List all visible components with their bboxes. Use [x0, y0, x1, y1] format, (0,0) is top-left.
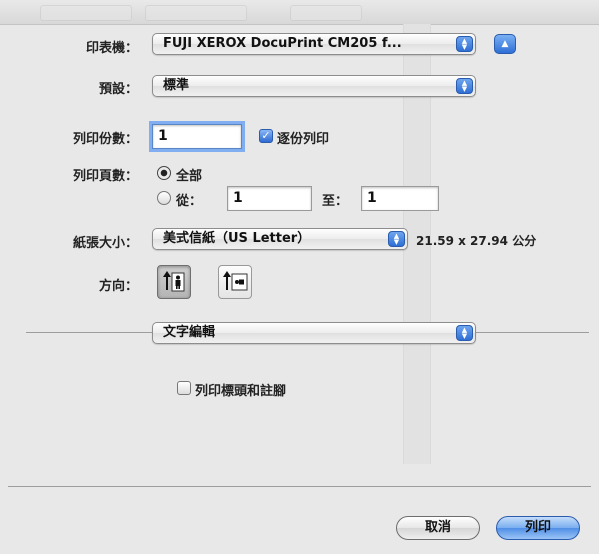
collate-checkbox[interactable]: ✓ — [259, 129, 273, 143]
printer-value: FUJI XEROX DocuPrint CM205 f... — [163, 36, 402, 51]
copies-label: 列印份數： — [72, 132, 138, 147]
paper-label: 紙張大小： — [72, 236, 138, 251]
collate-label: 逐份列印 — [277, 132, 330, 147]
printer-popup[interactable]: FUJI XEROX DocuPrint CM205 f... ▲ ▼ — [152, 33, 476, 55]
pages-all-label: 全部 — [176, 169, 203, 184]
preset-popup[interactable]: 標準 ▲ ▼ — [152, 75, 476, 97]
print-button[interactable]: 列印 — [496, 516, 580, 540]
portrait-icon — [163, 271, 185, 292]
bottom-separator — [8, 486, 591, 487]
separator-right — [476, 332, 589, 333]
popup-arrows-icon: ▲ ▼ — [456, 78, 473, 94]
pages-label: 列印頁數： — [72, 169, 138, 184]
pages-from-radio[interactable] — [157, 191, 171, 205]
pages-all-radio[interactable] — [157, 166, 171, 180]
orientation-portrait-button[interactable] — [157, 265, 191, 299]
pages-to-input[interactable]: 1 — [361, 186, 439, 211]
copies-input[interactable]: 1 — [152, 124, 242, 149]
header-footer-label: 列印標頭和註腳 — [195, 384, 287, 399]
paper-dimensions: 21.59 x 27.94 公分 — [416, 234, 537, 248]
preset-value: 標準 — [163, 78, 190, 93]
header-footer-checkbox[interactable] — [177, 381, 191, 395]
disclosure-triangle-icon[interactable]: ▲ — [494, 34, 516, 54]
paper-popup[interactable]: 美式信紙（US Letter） ▲ ▼ — [152, 228, 408, 250]
popup-arrows-icon: ▲ ▼ — [456, 36, 473, 52]
popup-arrows-icon: ▲ ▼ — [388, 231, 405, 247]
section-value: 文字編輯 — [163, 325, 216, 340]
pages-to-label: 至： — [322, 194, 349, 209]
printer-label: 印表機： — [85, 41, 138, 56]
popup-arrows-icon: ▲ ▼ — [456, 325, 473, 341]
cancel-button[interactable]: 取消 — [396, 516, 480, 540]
background-toolbar — [0, 0, 599, 25]
pages-from-label: 從： — [176, 194, 203, 209]
landscape-icon — [223, 271, 248, 291]
paper-value: 美式信紙（US Letter） — [163, 231, 311, 246]
separator-left — [26, 332, 152, 333]
section-popup[interactable]: 文字編輯 ▲ ▼ — [152, 322, 476, 344]
orientation-landscape-button[interactable] — [218, 265, 252, 299]
pages-from-input[interactable]: 1 — [227, 186, 312, 211]
orientation-label: 方向： — [98, 279, 138, 294]
preset-label: 預設： — [98, 82, 138, 97]
